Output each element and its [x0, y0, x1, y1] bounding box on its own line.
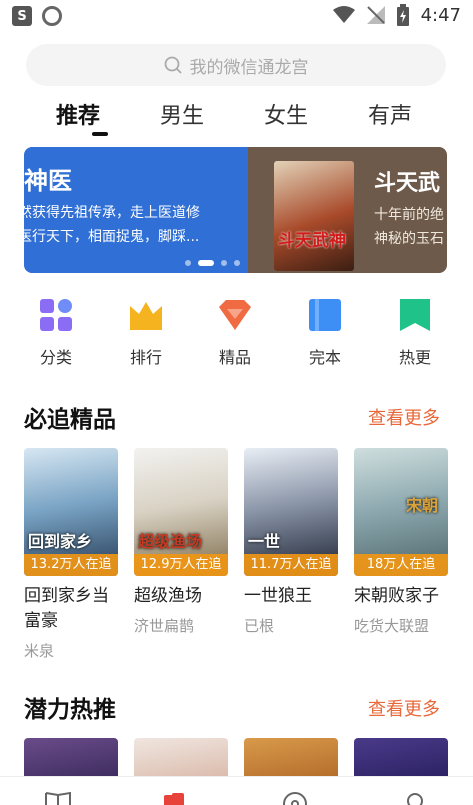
- book-cover: 一世 11.7万人在追: [244, 448, 338, 576]
- book-author: 济世扁鹊: [134, 617, 195, 635]
- search-input[interactable]: 我的微信通龙宫: [26, 44, 446, 86]
- banner-slide-2[interactable]: 斗天武神 斗天武 十年前的绝 神秘的玉石: [248, 147, 447, 273]
- search-icon: [164, 56, 182, 74]
- category-ranking[interactable]: 排行: [111, 298, 181, 368]
- crown-icon: [130, 302, 162, 330]
- banner-description: 然获得先祖传承，走上医道修 医行天下，相面捉鬼，脚踩...: [24, 205, 200, 245]
- banner-carousel[interactable]: 神医 然获得先祖传承，走上医道修 医行天下，相面捉鬼，脚踩... 斗天武神 斗天…: [24, 147, 447, 273]
- sync-icon: [42, 6, 62, 26]
- carousel-dot-active: [198, 260, 214, 266]
- grid-icon: [40, 299, 72, 331]
- banner-book-cover: 斗天武神: [274, 161, 354, 271]
- book-cover: 宋朝 18万人在追: [354, 448, 448, 576]
- search-placeholder: 我的微信通龙宫: [189, 57, 309, 78]
- bottom-navigation: [0, 776, 473, 805]
- banner-title: 斗天武: [374, 171, 441, 196]
- carousel-dot: [185, 260, 191, 266]
- category-hot-updates[interactable]: 热更: [380, 298, 450, 368]
- follower-badge: 11.7万人在追: [244, 554, 338, 576]
- see-more-link[interactable]: 查看更多: [368, 404, 440, 430]
- book-cover: 超级渔场 12.9万人在追: [134, 448, 228, 576]
- tab-female[interactable]: 女生: [264, 98, 308, 130]
- book-card[interactable]: 超级渔场 12.9万人在追 超级渔场 济世扁鹊: [134, 448, 228, 636]
- book-card[interactable]: 宋朝 18万人在追 宋朝败家子 吃货大联盟: [354, 448, 448, 636]
- book-author: 已根: [244, 617, 275, 635]
- bookmark-icon: [400, 299, 430, 331]
- book-title: 超级渔场: [134, 586, 202, 606]
- book-title: 回到家乡当富豪: [24, 586, 109, 631]
- profile-icon[interactable]: [402, 791, 428, 805]
- book-icon: [309, 299, 341, 331]
- carousel-dot: [234, 260, 240, 266]
- book-title: 宋朝败家子: [354, 586, 439, 606]
- category-shortcuts: 分类 排行 精品 完本 热更: [0, 298, 473, 368]
- status-bar: S 4:47: [0, 0, 473, 32]
- banner-cover-text: 斗天武神: [278, 231, 346, 251]
- follower-badge: 18万人在追: [354, 554, 448, 576]
- carousel-dots: [185, 260, 240, 266]
- clock: 4:47: [420, 4, 461, 26]
- follower-badge: 13.2万人在追: [24, 554, 118, 576]
- see-more-link[interactable]: 查看更多: [368, 695, 440, 721]
- carousel-dot: [221, 260, 227, 266]
- follower-badge: 12.9万人在追: [134, 554, 228, 576]
- book-card[interactable]: 一世 11.7万人在追 一世狼王 已根: [244, 448, 338, 636]
- bookshelf-icon[interactable]: [44, 791, 72, 805]
- banner-description: 十年前的绝 神秘的玉石: [374, 207, 444, 247]
- book-cover: 回到家乡 13.2万人在追: [24, 448, 118, 576]
- app-notification-icon: S: [12, 6, 32, 26]
- tab-audio[interactable]: 有声: [368, 98, 412, 130]
- discover-icon[interactable]: [282, 791, 308, 805]
- book-author: 米泉: [24, 642, 55, 660]
- book-author: 吃货大联盟: [354, 617, 430, 635]
- book-title: 一世狼王: [244, 586, 312, 606]
- channel-tabs: 推荐 男生 女生 有声: [20, 98, 460, 140]
- banner-slide-1[interactable]: 神医 然获得先祖传承，走上医道修 医行天下，相面捉鬼，脚踩...: [24, 147, 248, 273]
- section-title: 必追精品: [24, 407, 116, 433]
- category-completed[interactable]: 完本: [290, 298, 360, 368]
- section-title: 潜力热推: [24, 697, 116, 723]
- banner-title: 神医: [24, 167, 72, 195]
- battery-icon: [396, 4, 409, 26]
- category-premium[interactable]: 精品: [200, 298, 270, 368]
- tab-male[interactable]: 男生: [160, 98, 204, 130]
- bookstore-icon[interactable]: [162, 791, 188, 805]
- active-tab-indicator: [92, 132, 108, 136]
- no-signal-icon: [366, 6, 385, 24]
- category-classify[interactable]: 分类: [21, 298, 91, 368]
- book-card[interactable]: 回到家乡 13.2万人在追 回到家乡当富豪 米泉: [24, 448, 118, 661]
- diamond-icon: [219, 300, 251, 330]
- tab-recommend[interactable]: 推荐: [56, 98, 100, 130]
- wifi-icon: [332, 6, 355, 23]
